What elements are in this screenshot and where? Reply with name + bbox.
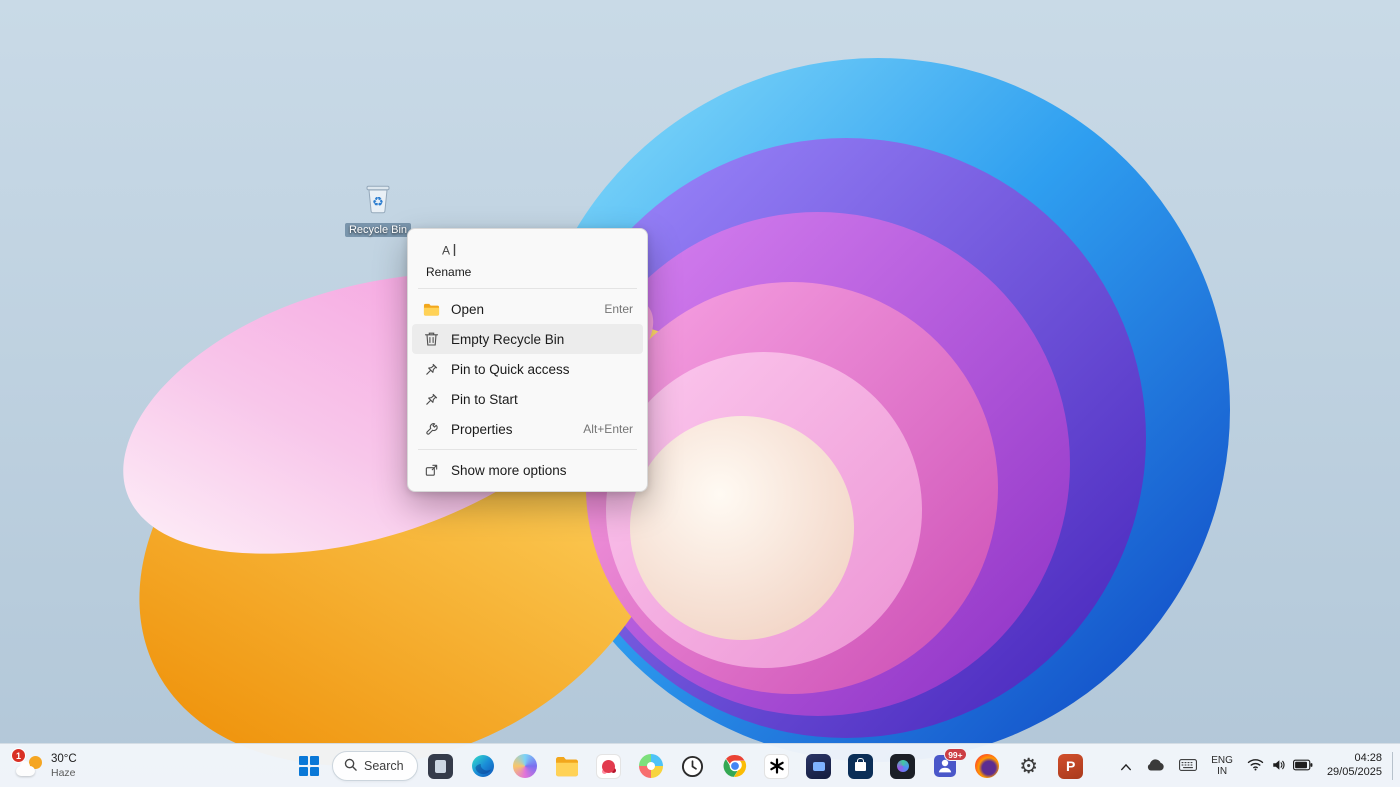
- media-player-icon: [806, 754, 831, 779]
- weather-temperature: 30°C: [51, 753, 77, 766]
- store-icon: [848, 754, 873, 779]
- menu-separator: [418, 449, 637, 450]
- taskbar-app-photos[interactable]: [632, 747, 670, 785]
- taskbar: 1 30°C Haze Search: [0, 743, 1400, 787]
- show-desktop-button[interactable]: [1392, 752, 1396, 780]
- menu-item-label: Empty Recycle Bin: [451, 332, 621, 347]
- rename-button[interactable]: A Rename: [416, 236, 481, 283]
- taskbar-app-clock[interactable]: [674, 747, 712, 785]
- chrome-icon: [722, 754, 747, 779]
- search-box[interactable]: Search: [332, 751, 418, 781]
- file-explorer-icon: [554, 754, 579, 779]
- taskbar-app-powerpoint[interactable]: P: [1052, 747, 1090, 785]
- files-app-icon: [428, 754, 453, 779]
- wifi-icon: [1247, 758, 1264, 774]
- powerpoint-icon: P: [1058, 754, 1083, 779]
- taskbar-app-media-player[interactable]: [800, 747, 838, 785]
- menu-item-label: Properties: [451, 422, 571, 437]
- paint-icon: [596, 754, 621, 779]
- tray-overflow-button[interactable]: [1114, 748, 1138, 784]
- trash-icon: [422, 331, 440, 347]
- folder-icon: [422, 301, 440, 317]
- start-button[interactable]: [290, 747, 328, 785]
- menu-item-label: Pin to Quick access: [451, 362, 621, 377]
- language-switcher[interactable]: ENG IN: [1205, 748, 1239, 784]
- volume-icon: [1271, 758, 1286, 775]
- taskbar-app-teams[interactable]: 99+: [926, 747, 964, 785]
- quick-settings-button[interactable]: [1241, 748, 1319, 784]
- menu-item-properties[interactable]: Properties Alt+Enter: [412, 414, 643, 444]
- wallpaper-bloom: [0, 0, 1400, 787]
- properties-icon: [422, 421, 440, 437]
- context-menu-command-bar: A Rename: [412, 234, 643, 283]
- pin-icon: [422, 361, 440, 377]
- taskbar-app-firefox[interactable]: [968, 747, 1006, 785]
- menu-separator: [418, 288, 637, 289]
- battery-icon: [1293, 759, 1313, 774]
- touch-keyboard-icon: [1179, 759, 1197, 774]
- menu-item-label: Open: [451, 302, 592, 317]
- photos-icon: [639, 754, 663, 778]
- chatgpt-icon: [764, 754, 789, 779]
- onedrive-button[interactable]: [1140, 748, 1171, 784]
- onedrive-cloud-icon: [1146, 758, 1165, 774]
- touch-keyboard-button[interactable]: [1173, 748, 1203, 784]
- menu-item-shortcut: Enter: [604, 302, 633, 316]
- system-tray: ENG IN 04:28 29/05/2025: [1114, 744, 1396, 787]
- teams-unread-badge: 99+: [944, 748, 966, 761]
- taskbar-app-files[interactable]: [422, 747, 460, 785]
- clock-calendar-button[interactable]: 04:28 29/05/2025: [1321, 748, 1388, 784]
- menu-item-label: Pin to Start: [451, 392, 621, 407]
- dev-app-icon: [890, 754, 915, 779]
- menu-item-pin-to-start[interactable]: Pin to Start: [412, 384, 643, 414]
- desktop: ♻ Recycle Bin A Rename Open Enter: [0, 0, 1400, 787]
- chevron-up-icon: [1120, 759, 1132, 774]
- menu-item-shortcut: Alt+Enter: [583, 422, 633, 436]
- taskbar-app-copilot[interactable]: [506, 747, 544, 785]
- tray-time: 04:28: [1354, 752, 1382, 766]
- menu-item-open[interactable]: Open Enter: [412, 294, 643, 324]
- clock-icon: [680, 754, 705, 779]
- language-region: IN: [1217, 766, 1227, 778]
- weather-icon: 1: [16, 753, 44, 779]
- menu-item-pin-to-quick-access[interactable]: Pin to Quick access: [412, 354, 643, 384]
- desktop-icon-label: Recycle Bin: [345, 223, 411, 237]
- menu-item-label: Show more options: [451, 463, 621, 478]
- language-code: ENG: [1211, 755, 1233, 767]
- rename-icon: A: [440, 241, 458, 262]
- menu-item-empty-recycle-bin[interactable]: Empty Recycle Bin: [412, 324, 643, 354]
- svg-text:♻: ♻: [372, 194, 384, 209]
- taskbar-app-edge[interactable]: [464, 747, 502, 785]
- copilot-icon: [513, 754, 537, 778]
- taskbar-app-file-explorer[interactable]: [548, 747, 586, 785]
- menu-item-show-more-options[interactable]: Show more options: [412, 455, 643, 485]
- svg-text:A: A: [442, 244, 450, 258]
- taskbar-app-chrome[interactable]: [716, 747, 754, 785]
- tray-date: 29/05/2025: [1327, 766, 1382, 780]
- pin-icon: [422, 391, 440, 407]
- notification-badge: 1: [11, 748, 26, 763]
- taskbar-app-dev[interactable]: [884, 747, 922, 785]
- settings-gear-icon: ⚙: [1019, 756, 1038, 777]
- show-more-options-icon: [422, 462, 440, 478]
- taskbar-app-settings[interactable]: ⚙: [1010, 747, 1048, 785]
- rename-label: Rename: [426, 265, 471, 279]
- taskbar-center: Search: [290, 744, 1090, 787]
- weather-widget[interactable]: 1 30°C Haze: [8, 744, 85, 787]
- search-icon: [344, 758, 357, 774]
- taskbar-app-chatgpt[interactable]: [758, 747, 796, 785]
- context-menu: A Rename Open Enter Empty Recycle Bin: [407, 228, 648, 492]
- firefox-icon: [975, 754, 999, 778]
- windows-logo-icon: [299, 756, 319, 776]
- taskbar-app-paint[interactable]: [590, 747, 628, 785]
- taskbar-app-store[interactable]: [842, 747, 880, 785]
- desktop-icon-recycle-bin[interactable]: ♻ Recycle Bin: [348, 180, 408, 237]
- search-label: Search: [364, 759, 404, 773]
- weather-condition: Haze: [51, 767, 77, 779]
- edge-icon: [470, 754, 495, 779]
- recycle-bin-icon: ♻: [360, 180, 396, 221]
